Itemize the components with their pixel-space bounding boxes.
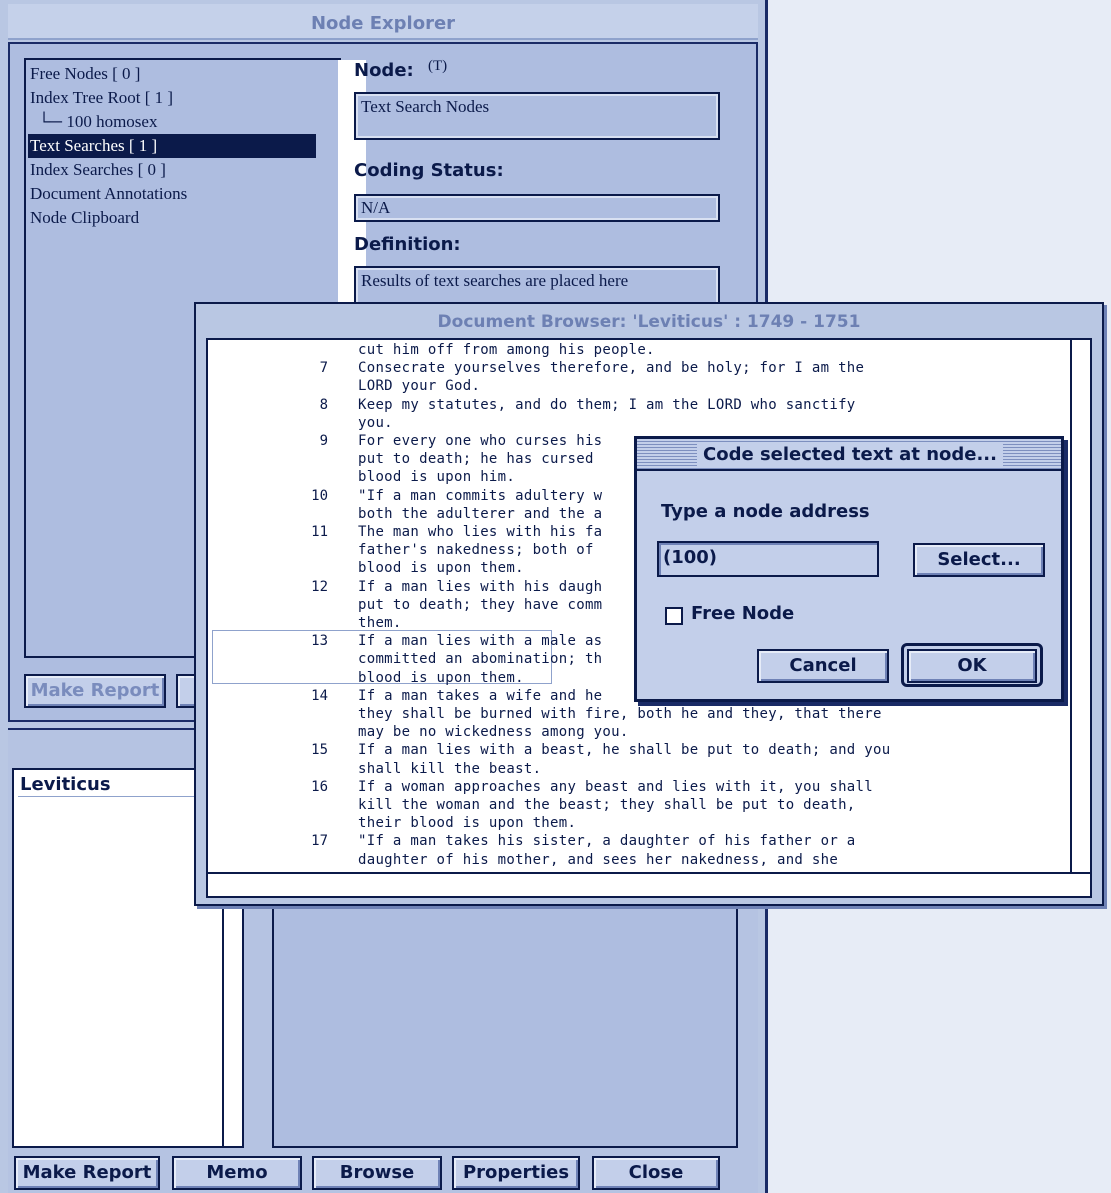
verse-number: 11 (311, 524, 328, 540)
verse-text-line[interactable]: The man who lies with his fa (358, 524, 602, 540)
verse-text-line[interactable]: them. (358, 615, 402, 631)
document-browser-title[interactable]: Document Browser: 'Leviticus' : 1749 - 1… (196, 312, 1102, 332)
dialog-title: Code selected text at node... (697, 442, 1003, 468)
document-browser-footer (206, 874, 1092, 898)
coding-status-field[interactable]: N/A (354, 194, 720, 222)
verse-text-line[interactable]: blood is upon them. (358, 560, 524, 576)
free-node-label: Free Node (691, 603, 795, 624)
document-preview-box (272, 880, 738, 1148)
verse-text-line[interactable]: If a woman approaches any beast and lies… (358, 779, 873, 795)
verse-text-line[interactable]: Keep my statutes, and do them; I am the … (358, 397, 856, 413)
verse-number: 7 (319, 360, 328, 377)
tree-item-free-nodes[interactable]: Free Nodes [ 0 ] (28, 62, 140, 86)
definition-field[interactable]: Results of text searches are placed here (354, 266, 720, 306)
code-text-dialog: Code selected text at node... Type a nod… (634, 436, 1064, 702)
verse-number: 8 (319, 396, 328, 413)
verse-text-line[interactable]: daughter of his mother, and sees her nak… (358, 852, 838, 868)
verse-number: 9 (319, 433, 328, 449)
verse-number: 14 (311, 687, 328, 704)
verse-text-line[interactable]: put to death; they have comm (358, 597, 602, 613)
document-list-item[interactable]: Leviticus (20, 774, 111, 795)
verse-number: 10 (311, 487, 328, 504)
verse-text-line[interactable]: If a man takes a wife and he (358, 688, 602, 704)
ok-button[interactable]: OK (907, 649, 1037, 683)
close-button[interactable]: Close (592, 1156, 720, 1190)
node-address-input[interactable]: (100) (657, 541, 879, 577)
verse-text-line[interactable]: shall kill the beast. (358, 761, 541, 777)
verse-text-line[interactable]: they shall be burned with fire, both he … (358, 706, 882, 722)
verse-text-line[interactable]: blood is upon them. (358, 670, 524, 686)
verse-text-line[interactable]: If a man lies with a male as (358, 633, 602, 649)
node-address-prompt: Type a node address (661, 501, 870, 522)
list-divider (18, 796, 218, 797)
verse-text-line[interactable]: "If a man commits adultery w (358, 488, 602, 504)
verse-number: 17 (311, 833, 328, 850)
verse-text-line[interactable]: If a man lies with a beast, he shall be … (358, 742, 890, 758)
verse-number: 16 (311, 778, 328, 795)
verse-text-line[interactable]: may be no wickedness among you. (358, 724, 629, 740)
verse-text-line[interactable]: For every one who curses his (358, 433, 602, 449)
verse-text-line[interactable]: put to death; he has cursed (358, 451, 594, 467)
verse-text-line[interactable]: blood is upon him. (358, 469, 515, 485)
free-node-checkbox[interactable] (665, 607, 683, 625)
dialog-titlebar[interactable]: Code selected text at node... (637, 439, 1061, 471)
node-label: Node: (354, 60, 414, 81)
coding-status-label: Coding Status: (354, 160, 504, 181)
tree-item-index-searches[interactable]: Index Searches [ 0 ] (28, 158, 166, 182)
verse-text-line[interactable]: father's nakedness; both of (358, 542, 594, 558)
verse-text-line[interactable]: cut him off from among his people. (358, 342, 655, 358)
tree-item-index-tree-root[interactable]: Index Tree Root [ 1 ] (28, 86, 173, 110)
verse-text-line[interactable]: committed an abomination; th (358, 651, 602, 667)
tree-item-text-searches[interactable]: Text Searches [ 1 ] (28, 134, 316, 158)
verse-text-line[interactable]: both the adulterer and the a (358, 506, 602, 522)
verse-number: 15 (311, 742, 328, 759)
tree-item-document-annotations[interactable]: Document Annotations (28, 182, 187, 206)
properties-button[interactable]: Properties (452, 1156, 580, 1190)
verse-text-line[interactable]: LORD your God. (358, 378, 480, 394)
make-report-button[interactable]: Make Report (14, 1156, 160, 1190)
verse-text-line[interactable]: "If a man takes his sister, a daughter o… (358, 833, 856, 849)
verse-number: 12 (311, 578, 328, 595)
verse-text-line[interactable]: their blood is upon them. (358, 815, 576, 831)
verse-text-line[interactable]: Consecrate yourselves therefore, and be … (358, 360, 864, 376)
browse-button[interactable]: Browse (312, 1156, 442, 1190)
verse-text-line[interactable]: If a man lies with his daugh (358, 579, 602, 595)
node-type: (T) (428, 58, 448, 74)
memo-button[interactable]: Memo (172, 1156, 302, 1190)
verse-text-line[interactable]: kill the woman and the beast; they shall… (358, 797, 856, 813)
select-button[interactable]: Select... (913, 543, 1045, 577)
verse-text-line[interactable]: you. (358, 415, 393, 431)
document-scrollbar[interactable] (1070, 340, 1090, 872)
definition-label: Definition: (354, 234, 461, 255)
window-title: Node Explorer (310, 13, 456, 34)
cancel-button[interactable]: Cancel (757, 649, 889, 683)
node-name-field[interactable]: Text Search Nodes (354, 92, 720, 140)
tree-item-100-homosex[interactable]: └─ 100 homosex (28, 110, 157, 134)
verse-number: 13 (311, 633, 328, 650)
make-report-button-top[interactable]: Make Report (24, 674, 166, 708)
node-explorer-titlebar[interactable]: Node Explorer (8, 4, 758, 40)
tree-item-node-clipboard[interactable]: Node Clipboard (28, 206, 139, 230)
